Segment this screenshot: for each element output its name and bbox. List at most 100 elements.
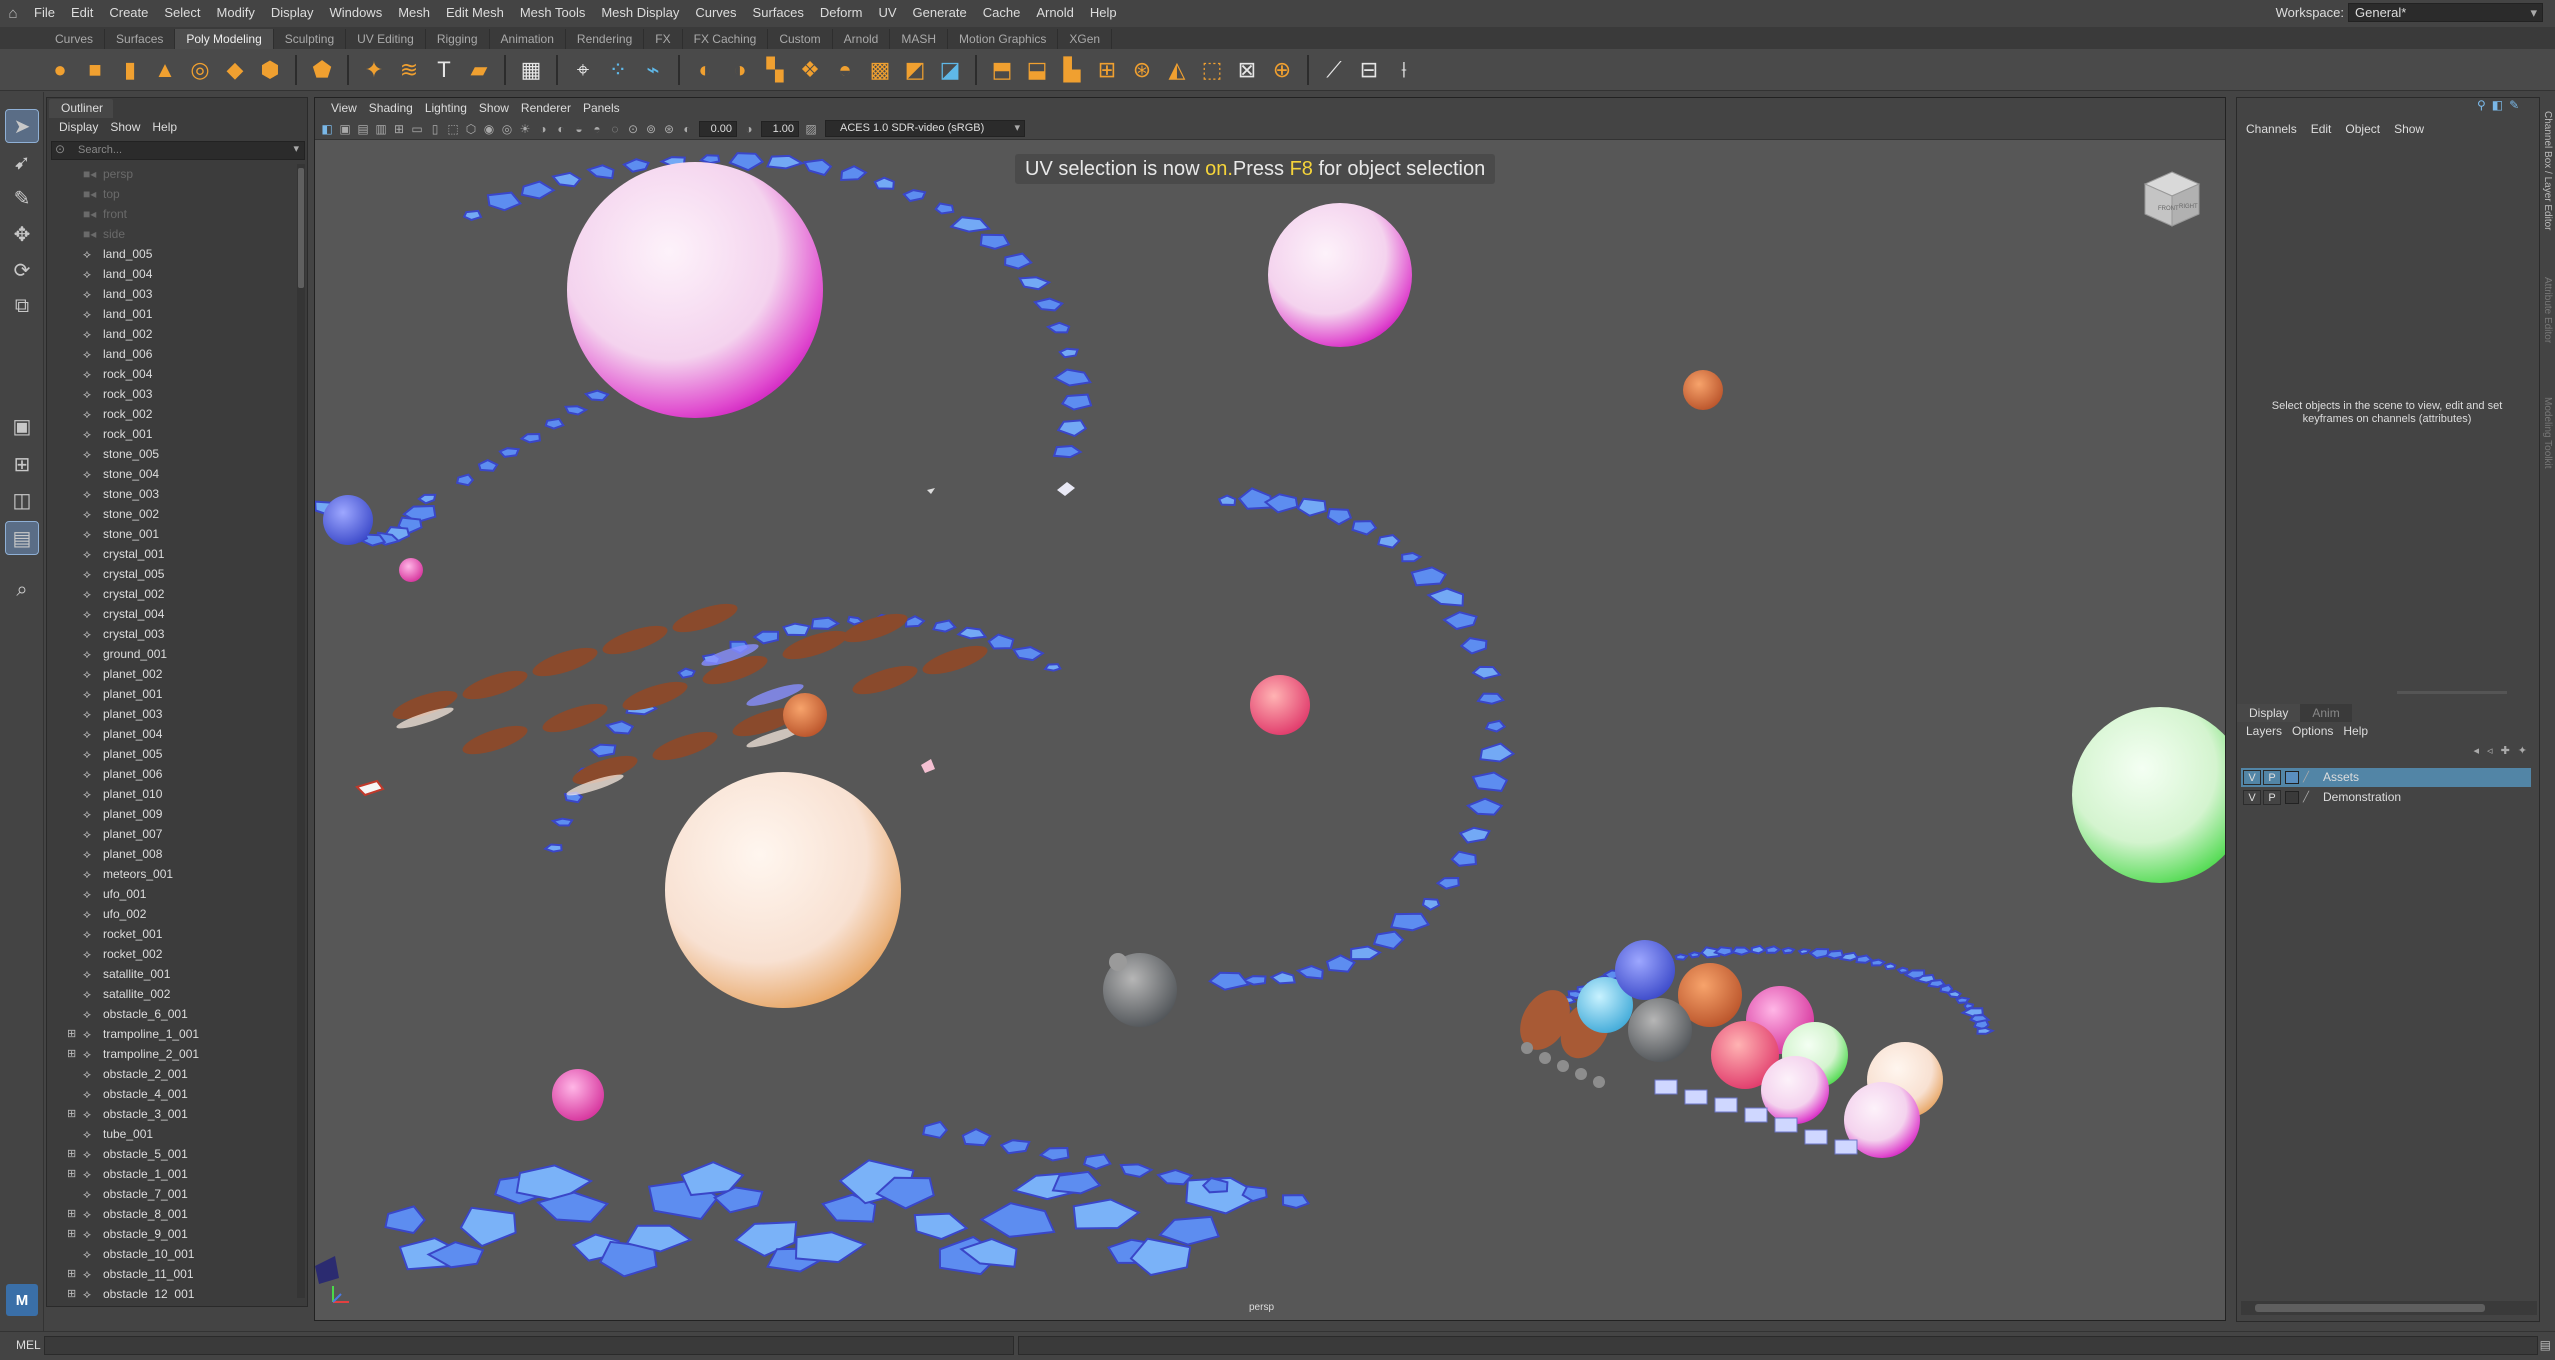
outliner-menu-show[interactable]: Show bbox=[106, 118, 144, 137]
home-icon[interactable]: ⌂ bbox=[0, 0, 26, 26]
outliner-item[interactable]: ⟡ rock_003 bbox=[47, 384, 295, 404]
bridge-icon[interactable]: ▙ bbox=[1056, 54, 1088, 86]
exposure-field[interactable]: 0.00 bbox=[699, 120, 737, 137]
outliner-item[interactable]: ■◂ persp bbox=[47, 164, 295, 184]
outliner-item[interactable]: ⟡ planet_006 bbox=[47, 764, 295, 784]
layer-visibility-toggle[interactable]: V bbox=[2243, 790, 2261, 805]
outliner-item[interactable]: ⟡ land_001 bbox=[47, 304, 295, 324]
wireframe-icon[interactable]: ⬡ bbox=[463, 121, 479, 137]
move-layer-down-icon[interactable]: ◃ bbox=[2487, 744, 2493, 757]
outliner-item[interactable]: ⟡ planet_005 bbox=[47, 744, 295, 764]
menu-mesh-display[interactable]: Mesh Display bbox=[593, 0, 687, 26]
outliner-item[interactable]: ⟡ planet_002 bbox=[47, 664, 295, 684]
outliner-item[interactable]: ⊞ ⟡ obstacle_8_001 bbox=[47, 1204, 295, 1224]
camera-attr-icon[interactable]: ▣ bbox=[337, 121, 353, 137]
paint-select-icon[interactable]: ✎ bbox=[6, 182, 38, 214]
pin-icon[interactable]: ⚲ bbox=[2477, 98, 2486, 116]
bevel-icon[interactable]: ⬓ bbox=[1021, 54, 1053, 86]
poly-torus-icon[interactable]: ◎ bbox=[184, 54, 216, 86]
textured-icon[interactable]: ◎ bbox=[499, 121, 515, 137]
search-options-icon[interactable]: ▾ bbox=[293, 142, 299, 155]
create-polygon-icon[interactable]: ▦ bbox=[515, 54, 547, 86]
poly-cube-icon[interactable]: ■ bbox=[79, 54, 111, 86]
layer-editor-scrollbar[interactable] bbox=[2241, 1301, 2537, 1315]
sweep-mesh-icon[interactable]: ≋ bbox=[393, 54, 425, 86]
viewport-persp[interactable]: View Shading Lighting Show Renderer Pane… bbox=[314, 97, 2226, 1321]
move-layer-up-icon[interactable]: ◂ bbox=[2474, 744, 2480, 757]
use-lights-icon[interactable]: ☀ bbox=[517, 121, 533, 137]
menu-arnold[interactable]: Arnold bbox=[1028, 0, 1082, 26]
menu-edit-mesh[interactable]: Edit Mesh bbox=[438, 0, 512, 26]
outliner-item[interactable]: ⟡ ground_001 bbox=[47, 644, 295, 664]
shelf-tab-sculpting[interactable]: Sculpting bbox=[274, 29, 347, 49]
poly-cylinder-icon[interactable]: ▮ bbox=[114, 54, 146, 86]
outliner-item[interactable]: ⟡ tube_001 bbox=[47, 1124, 295, 1144]
resolution-gate-icon[interactable]: ▯ bbox=[427, 121, 443, 137]
lasso-tool-icon[interactable]: ➹ bbox=[6, 146, 38, 178]
smooth-icon[interactable]: ⌖ bbox=[567, 54, 599, 86]
outliner-scrollbar-thumb[interactable] bbox=[298, 168, 304, 288]
shelf-tab-fx-caching[interactable]: FX Caching bbox=[683, 29, 769, 49]
grid-icon[interactable]: ⊞ bbox=[391, 121, 407, 137]
outliner-item[interactable]: ⟡ crystal_005 bbox=[47, 564, 295, 584]
attribute-editor-toggle-icon[interactable]: ✎ bbox=[2509, 98, 2519, 116]
shelf-tab-rendering[interactable]: Rendering bbox=[566, 29, 645, 49]
isolate-icon[interactable]: ◌ bbox=[607, 121, 623, 137]
expand-icon[interactable]: ⊞ bbox=[67, 1204, 76, 1224]
outliner-item[interactable]: ■◂ top bbox=[47, 184, 295, 204]
average-vertices-icon[interactable]: ⁘ bbox=[602, 54, 634, 86]
menu-mesh[interactable]: Mesh bbox=[390, 0, 438, 26]
outliner-item[interactable]: ⟡ ufo_002 bbox=[47, 904, 295, 924]
outliner-item[interactable]: ⟡ land_006 bbox=[47, 344, 295, 364]
outliner-item[interactable]: ⟡ planet_009 bbox=[47, 804, 295, 824]
separate-icon[interactable]: ◑ bbox=[724, 54, 756, 86]
xray-icon[interactable]: ⊙ bbox=[625, 121, 641, 137]
outliner-item[interactable]: ⟡ obstacle_10_001 bbox=[47, 1244, 295, 1264]
single-pane-icon[interactable]: ▣ bbox=[6, 410, 38, 442]
smooth-mesh-icon[interactable]: ▩ bbox=[864, 54, 896, 86]
channel-box-toggle-icon[interactable]: ◧ bbox=[2492, 98, 2503, 116]
move-tool-icon[interactable]: ✥ bbox=[6, 218, 38, 250]
shelf-tab-surfaces[interactable]: Surfaces bbox=[105, 29, 176, 49]
layer-row-demonstration[interactable]: V P ╱ Demonstration bbox=[2241, 788, 2531, 807]
layer-name[interactable]: Assets bbox=[2323, 768, 2359, 787]
shelf-tab-uv-editing[interactable]: UV Editing bbox=[346, 29, 426, 49]
outliner-item[interactable]: ⊞ ⟡ obstacle_3_001 bbox=[47, 1104, 295, 1124]
outliner-item[interactable]: ⊞ ⟡ obstacle_5_001 bbox=[47, 1144, 295, 1164]
shelf-tab-rigging[interactable]: Rigging bbox=[426, 29, 490, 49]
channel-box-menu-show[interactable]: Show bbox=[2389, 120, 2429, 138]
mirror-icon[interactable]: ◓ bbox=[829, 54, 861, 86]
outliner-item[interactable]: ⊞ ⟡ obstacle_1_001 bbox=[47, 1164, 295, 1184]
channel-box-menu-object[interactable]: Object bbox=[2340, 120, 2385, 138]
image-plane-icon[interactable]: ▥ bbox=[373, 121, 389, 137]
extrude-icon[interactable]: ⬒ bbox=[986, 54, 1018, 86]
expand-icon[interactable]: ⊞ bbox=[67, 1224, 76, 1244]
search-tool-icon[interactable]: ⌕ bbox=[6, 574, 38, 606]
outliner-item[interactable]: ⟡ planet_003 bbox=[47, 704, 295, 724]
bookmark-icon[interactable]: ▤ bbox=[355, 121, 371, 137]
channel-box-menu-channels[interactable]: Channels bbox=[2241, 120, 2302, 138]
outliner-list[interactable]: ■◂ persp ■◂ top ■◂ front ■◂ side ⟡ land_005 ⟡ land_… bbox=[47, 164, 295, 1298]
gamma-field[interactable]: 1.00 bbox=[761, 120, 799, 137]
shelf-tab-arnold[interactable]: Arnold bbox=[833, 29, 891, 49]
menu-deform[interactable]: Deform bbox=[812, 0, 871, 26]
uv-editor-icon[interactable]: ⟋ bbox=[1318, 54, 1350, 86]
menu-select[interactable]: Select bbox=[156, 0, 208, 26]
channel-box-menu-edit[interactable]: Edit bbox=[2306, 120, 2337, 138]
workspace-dropdown[interactable]: General* bbox=[2348, 3, 2543, 22]
outliner-item[interactable]: ⟡ stone_002 bbox=[47, 504, 295, 524]
outliner-item[interactable]: ⟡ planet_010 bbox=[47, 784, 295, 804]
outliner-item[interactable]: ⟡ crystal_003 bbox=[47, 624, 295, 644]
outliner-item[interactable]: ⟡ land_002 bbox=[47, 324, 295, 344]
rotate-tool-icon[interactable]: ⟳ bbox=[6, 254, 38, 286]
menu-cache[interactable]: Cache bbox=[975, 0, 1029, 26]
outliner-item[interactable]: ■◂ front bbox=[47, 204, 295, 224]
xray-joints-icon[interactable]: ⊚ bbox=[643, 121, 659, 137]
new-layer-icon[interactable]: ✦ bbox=[2518, 744, 2527, 757]
outliner-item[interactable]: ⟡ rock_001 bbox=[47, 424, 295, 444]
outliner-item[interactable]: ⟡ ufo_001 bbox=[47, 884, 295, 904]
layer-type-icon[interactable]: ╱ bbox=[2299, 771, 2313, 784]
outliner-tab[interactable]: Outliner bbox=[49, 99, 113, 118]
menu-modify[interactable]: Modify bbox=[209, 0, 263, 26]
layer-menu-help[interactable]: Help bbox=[2338, 722, 2373, 740]
